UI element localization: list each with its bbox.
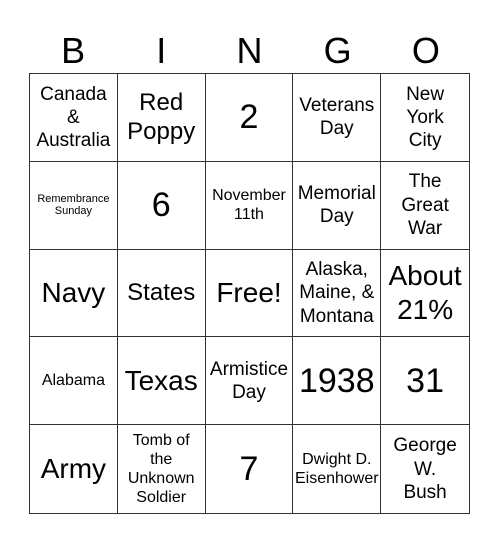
- bingo-cell-r1-c1[interactable]: Canada & Australia: [30, 74, 118, 162]
- cell-label: Canada & Australia: [36, 83, 111, 151]
- bingo-cell-r1-c3[interactable]: 2: [205, 74, 294, 162]
- cell-label: Tomb of the Unknown Soldier: [127, 431, 195, 507]
- cell-label: November 11th: [212, 187, 286, 224]
- bingo-cell-r4-c3[interactable]: Armistice Day: [205, 337, 294, 426]
- bingo-cell-r2-c3[interactable]: November 11th: [205, 161, 294, 250]
- cell-label: Veterans Day: [299, 95, 375, 140]
- header-letter-o: O: [411, 30, 440, 71]
- cell-label: 2: [239, 98, 259, 137]
- bingo-cell-r4-c4[interactable]: 1938: [293, 337, 382, 426]
- cell-label: Remembrance Sunday: [37, 192, 110, 218]
- bingo-cell-r5-c4[interactable]: Dwight D. Eisenhower: [293, 425, 382, 513]
- bingo-cell-r1-c2[interactable]: Red Poppy: [117, 74, 206, 162]
- cell-label: About 21%: [388, 260, 462, 325]
- cell-label: 1938: [298, 361, 375, 400]
- bingo-cell-r5-c1[interactable]: Army: [30, 425, 118, 513]
- bingo-cell-r3-c3[interactable]: Free!: [205, 249, 294, 338]
- bingo-cell-r4-c5[interactable]: 31: [381, 337, 469, 426]
- cell-label: States: [127, 279, 196, 307]
- header-letter-i: I: [156, 30, 167, 71]
- cell-label: Texas: [124, 364, 198, 396]
- bingo-cell-r3-c5[interactable]: About 21%: [381, 250, 469, 338]
- cell-label: Alabama: [41, 372, 105, 390]
- cell-label: Navy: [41, 277, 106, 309]
- bingo-cell-r5-c5[interactable]: George W. Bush: [381, 425, 469, 513]
- bingo-cell-r1-c5[interactable]: New York City: [381, 74, 469, 162]
- bingo-cell-r1-c4[interactable]: Veterans Day: [293, 74, 382, 162]
- cell-label: New York City: [406, 83, 445, 151]
- bingo-cell-r3-c2[interactable]: States: [117, 249, 206, 338]
- cell-label: Dwight D. Eisenhower: [294, 450, 379, 488]
- cell-label: 7: [239, 450, 259, 489]
- cell-label: 6: [151, 186, 171, 225]
- cell-label: Free!: [216, 277, 282, 309]
- bingo-grid: Canada & Australia Red Poppy 2 Veterans Day…: [29, 73, 470, 514]
- bingo-cell-r3-c4[interactable]: Alaska, Maine, & Montana: [293, 249, 382, 338]
- cell-label: The Great War: [401, 171, 449, 239]
- cell-label: Army: [40, 453, 107, 485]
- bingo-cell-r2-c5[interactable]: The Great War: [381, 162, 469, 250]
- bingo-cell-r5-c3[interactable]: 7: [206, 425, 294, 513]
- cell-label: Alaska, Maine, & Montana: [299, 259, 375, 327]
- bingo-header: B I N G O: [29, 28, 471, 73]
- cell-label: Armistice Day: [209, 358, 289, 403]
- bingo-cell-r5-c2[interactable]: Tomb of the Unknown Soldier: [118, 425, 206, 513]
- bingo-cell-r2-c4[interactable]: Memorial Day: [293, 161, 382, 250]
- header-letter-b: B: [61, 30, 86, 71]
- header-letter-g: G: [323, 30, 352, 71]
- bingo-cell-r4-c1[interactable]: Alabama: [30, 337, 118, 426]
- bingo-cell-r2-c2[interactable]: 6: [117, 161, 206, 250]
- header-letter-n: N: [236, 30, 263, 71]
- cell-label: 31: [406, 361, 444, 400]
- bingo-cell-r4-c2[interactable]: Texas: [117, 337, 206, 426]
- cell-label: George W. Bush: [393, 435, 457, 503]
- bingo-cell-r3-c1[interactable]: Navy: [30, 249, 118, 338]
- cell-label: Red Poppy: [127, 89, 196, 146]
- bingo-cell-r2-c1[interactable]: Remembrance Sunday: [30, 161, 118, 250]
- cell-label: Memorial Day: [297, 183, 376, 228]
